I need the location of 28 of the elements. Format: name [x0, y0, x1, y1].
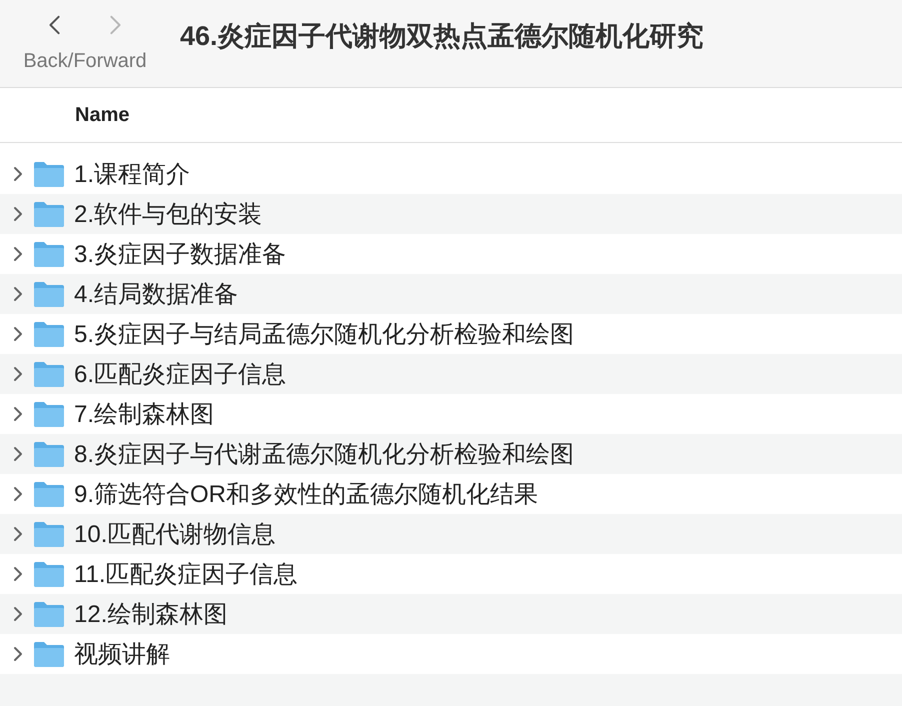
- folder-icon: [33, 360, 65, 388]
- folder-name[interactable]: 7.绘制森林图: [74, 398, 214, 430]
- column-header[interactable]: Name: [75, 104, 130, 126]
- folder-icon: [33, 640, 65, 668]
- folder-icon: [33, 480, 65, 508]
- folder-name[interactable]: 3.炎症因子数据准备: [74, 238, 286, 270]
- folder-name[interactable]: 10.匹配代谢物信息: [74, 518, 276, 550]
- folder-name[interactable]: 6.匹配炎症因子信息: [74, 358, 286, 390]
- folder-icon: [33, 280, 65, 308]
- nav-label: Back/Forward: [23, 50, 147, 73]
- folder-name[interactable]: 4.结局数据准备: [74, 278, 238, 310]
- folder-name[interactable]: 9.筛选符合OR和多效性的孟德尔随机化结果: [74, 478, 538, 510]
- folder-icon: [33, 560, 65, 588]
- folder-name[interactable]: 11.匹配炎症因子信息: [74, 558, 298, 590]
- folder-icon: [33, 320, 65, 348]
- folder-icon: [33, 160, 65, 188]
- folder-icon: [33, 200, 65, 228]
- folder-icon: [33, 440, 65, 468]
- folder-name[interactable]: 5.炎症因子与结局孟德尔随机化分析检验和绘图: [74, 318, 574, 350]
- folder-icon: [33, 600, 65, 628]
- folder-icon: [33, 520, 65, 548]
- folder-name[interactable]: 1.课程简介: [74, 158, 190, 190]
- folder-icon: [33, 400, 65, 428]
- folder-name[interactable]: 12.绘制森林图: [74, 598, 228, 630]
- window-title: 46.炎症因子代谢物双热点孟德尔随机化研究: [180, 20, 704, 53]
- folder-name[interactable]: 2.软件与包的安装: [74, 198, 262, 230]
- folder-icon: [33, 240, 65, 268]
- folder-name[interactable]: 视频讲解: [74, 638, 170, 670]
